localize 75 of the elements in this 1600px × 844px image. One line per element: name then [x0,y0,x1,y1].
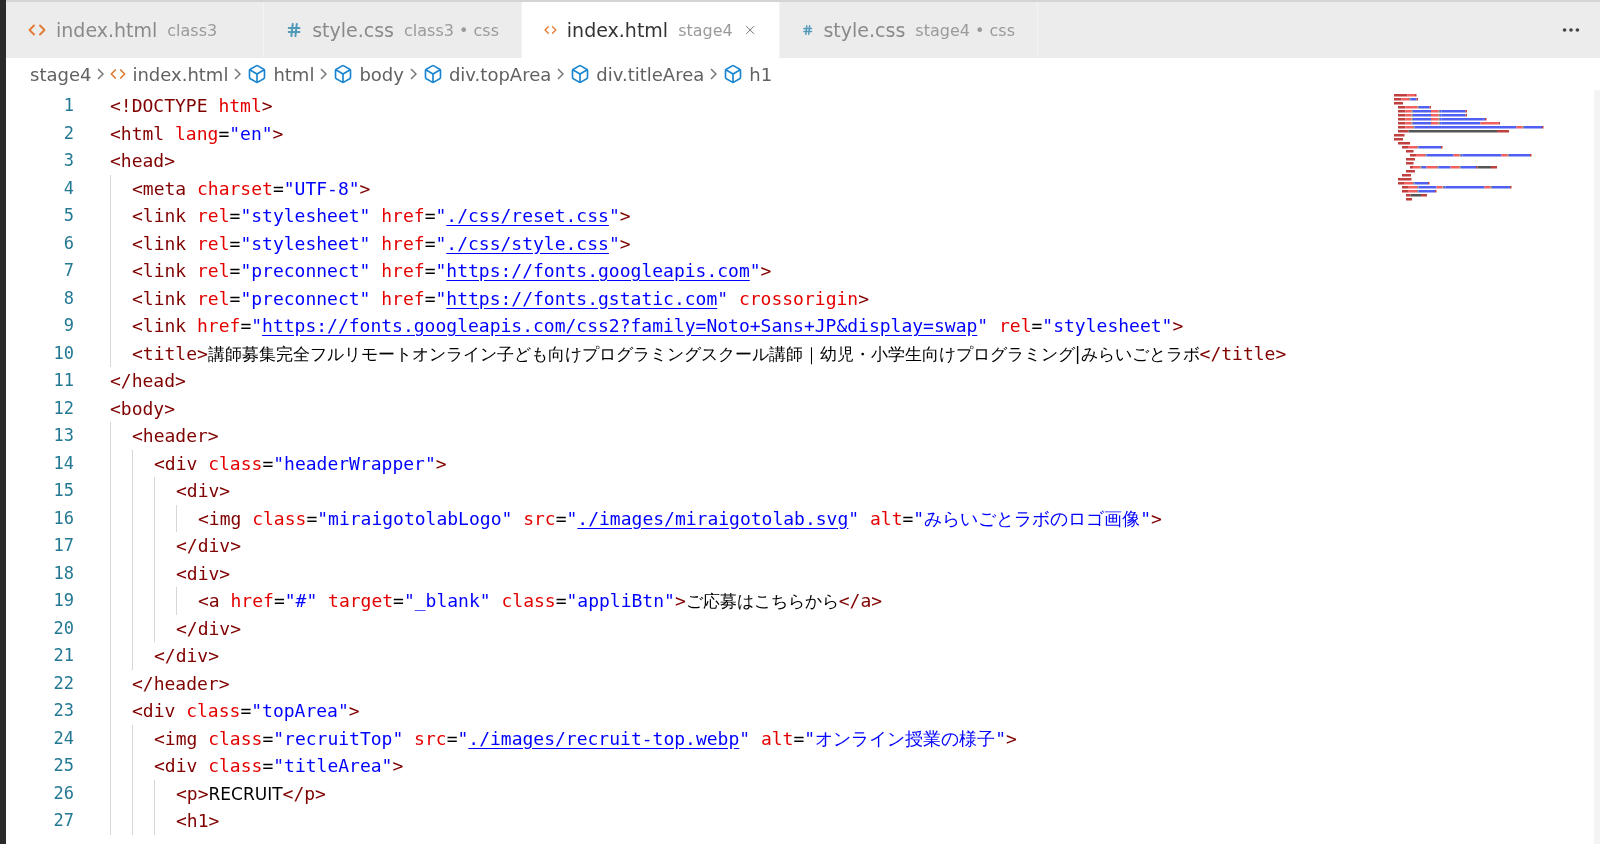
code-line: <div class="titleArea"> [154,754,404,778]
line-number: 14 [52,451,74,475]
cube-icon [247,64,268,84]
line-number: 3 [62,149,74,172]
line-number: 10 [52,341,74,365]
code-line: <link rel="preconnect" href="https://fonts.googleapis.com"> [132,259,772,283]
line-number: 1 [62,94,74,117]
code-line: <html lang="en"> [110,121,284,146]
code-line: <link rel="stylesheet" href="./css/reset.css"> [132,204,631,228]
line-number: 7 [62,259,74,282]
code-line: <!DOCTYPE html> [110,94,273,118]
code-line: <link rel="stylesheet" href="./css/style.css"> [132,231,631,256]
chevron-icon [409,68,417,80]
code-line: <h1> [176,809,220,833]
code-line: <a href="#" target="_blank" class="appliBtn">ご応募はこちらから</a> [198,589,883,613]
line-number: 26 [52,781,74,805]
cube-icon [723,64,744,84]
code-icon [110,66,127,82]
breadcrumb-item[interactable]: h1 [749,63,773,85]
code-line: <div class="topArea"> [132,699,360,723]
line-number: 15 [52,479,74,502]
line-number: 17 [52,534,74,557]
code-line: <img class="miraigotolabLogo" src="./images/miraigotolab.svg" alt="みらいごとラボのロゴ画像"> [198,506,1162,531]
breadcrumb-item[interactable]: stage4 [30,63,92,85]
breadcrumb-item[interactable]: div.titleArea [596,63,705,85]
chevron-icon [710,68,718,80]
hash-icon [286,21,303,39]
line-number: 5 [62,204,74,227]
line-number: 13 [52,424,74,447]
code-line: </head> [110,369,186,393]
code-line: <head> [110,149,176,173]
line-number: 2 [62,121,74,145]
code-line: <title>講師募集完全フルリモートオンライン子ども向けプログラミングスクール講師｜幼児・小学生向けプログラミング|みらいごとラボ</title> [132,341,1287,367]
cube-icon [570,64,591,84]
code-line: <p>RECRUIT</p> [176,781,326,806]
breadcrumb-item[interactable]: div.topArea [448,63,552,85]
line-number: 16 [52,506,74,530]
breadcrumb-item[interactable]: body [359,63,404,85]
line-number: 27 [52,809,74,832]
breadcrumb-item[interactable]: html [273,63,315,85]
code-line: <div class="headerWrapper"> [154,451,447,476]
breadcrumb-item[interactable]: index.html [132,63,229,85]
code-line: <div> [176,561,231,586]
line-number: 18 [52,561,74,585]
code-line: </div> [176,534,242,558]
editor-tab[interactable]: index.html stage4 [522,2,780,58]
code-line: <img class="recruitTop" src="./images/recruit-top.webp" alt="オンライン授業の様子"> [154,726,1017,751]
code-line: </div> [154,644,220,668]
line-number: 23 [52,699,74,722]
cube-icon [333,64,354,84]
line-number: 22 [52,671,74,695]
line-number: 20 [52,616,74,640]
line-number: 24 [52,726,74,750]
line-number: 6 [62,231,74,255]
code-line: <body> [110,396,176,421]
line-number: 12 [52,396,74,420]
chevron-icon [97,68,105,80]
line-number: 8 [62,286,74,310]
code-line: <link href="https://fonts.googleapis.com/css2?family=Noto+Sans+JP&display=swap" rel="stylesheet"> [132,314,1184,338]
cube-icon [422,64,443,84]
chevron-icon [320,68,328,80]
line-number: 9 [62,314,74,337]
line-number: 4 [62,176,74,200]
line-number: 21 [52,644,74,667]
code-line: <div> [176,479,231,503]
chevron-icon [557,68,565,80]
code-line: <meta charset="UTF-8"> [132,176,371,201]
code-line: </div> [176,616,242,641]
line-number: 25 [52,754,74,777]
chevron-icon [234,68,242,80]
code-line: <header> [132,424,219,448]
code-line: <link rel="preconnect" href="https://fonts.gstatic.com" crossorigin> [132,286,869,311]
line-number: 19 [52,589,74,612]
code-line: </header> [132,671,230,696]
line-number: 11 [52,369,74,392]
